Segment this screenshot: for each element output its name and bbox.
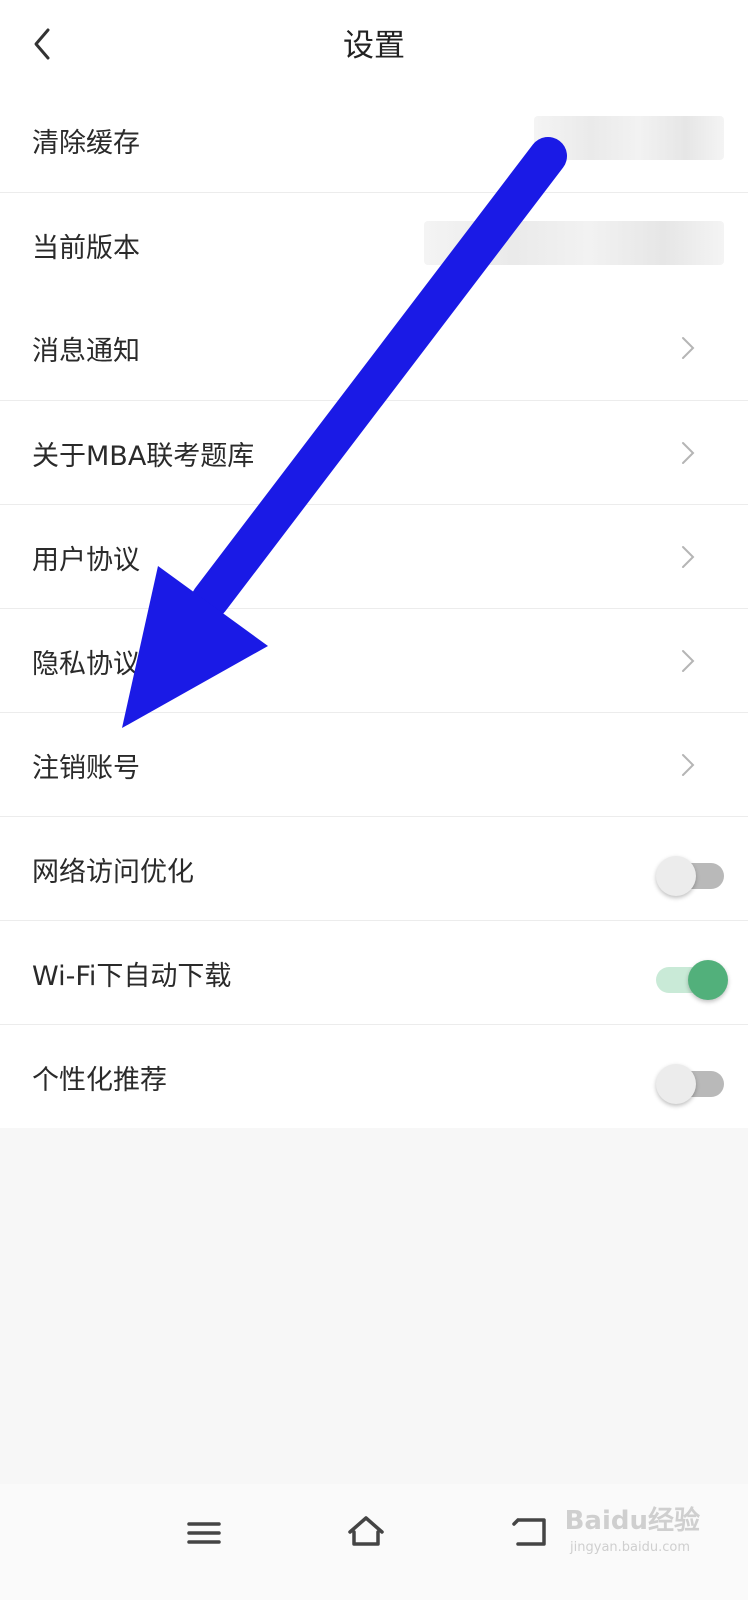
settings-row-personalized-recommendation: 个性化推荐	[0, 1024, 748, 1128]
wifi-auto-download-toggle[interactable]	[656, 955, 728, 1000]
toggle-knob	[656, 1064, 696, 1104]
settings-row-label: 注销账号	[32, 753, 140, 784]
toggle-knob	[656, 856, 696, 896]
chevron-right-icon	[682, 754, 695, 776]
settings-row-wifi-auto-download: Wi-Fi下自动下载	[0, 920, 748, 1024]
settings-row-about[interactable]: 关于MBA联考题库	[0, 400, 748, 504]
chevron-right-icon	[682, 337, 695, 359]
settings-row-user-agreement[interactable]: 用户协议	[0, 504, 748, 608]
settings-row-label: 个性化推荐	[32, 1065, 167, 1096]
cache-size-value-blurred	[534, 116, 724, 160]
settings-row-label: 当前版本	[32, 233, 140, 264]
version-value-blurred	[424, 221, 724, 265]
settings-row-privacy-agreement[interactable]: 隐私协议	[0, 608, 748, 712]
settings-row-clear-cache[interactable]: 清除缓存	[0, 88, 748, 192]
personalized-recommendation-toggle[interactable]	[656, 1059, 724, 1104]
settings-group-main: 消息通知 关于MBA联考题库 用户协议 隐私协议 注销账号 网络访问优化 Wi-…	[0, 296, 748, 1128]
back-nav-icon[interactable]	[500, 1502, 560, 1562]
settings-row-label: Wi-Fi下自动下载	[32, 961, 232, 992]
settings-row-label: 消息通知	[32, 336, 140, 367]
menu-icon[interactable]	[174, 1502, 234, 1562]
chevron-right-icon	[682, 546, 695, 568]
toggle-knob	[688, 960, 728, 1000]
settings-row-label: 网络访问优化	[32, 857, 194, 888]
baidu-jingyan-watermark: Baidu经验	[564, 1506, 700, 1536]
settings-row-network-optimization: 网络访问优化	[0, 816, 748, 920]
settings-row-label: 关于MBA联考题库	[32, 441, 255, 472]
settings-row-label: 用户协议	[32, 545, 140, 576]
page-title: 设置	[343, 28, 405, 64]
chevron-right-icon	[682, 442, 695, 464]
watermark-url: jingyan.baidu.com	[570, 1540, 690, 1555]
settings-row-notifications[interactable]: 消息通知	[0, 296, 748, 400]
settings-row-delete-account[interactable]: 注销账号	[0, 712, 748, 816]
settings-row-label: 隐私协议	[32, 649, 140, 680]
settings-row-label: 清除缓存	[32, 128, 140, 159]
top-bar: 设置	[0, 0, 748, 88]
chevron-right-icon	[682, 650, 695, 672]
settings-row-version: 当前版本	[0, 192, 748, 296]
home-icon[interactable]	[336, 1502, 396, 1562]
network-optimization-toggle[interactable]	[656, 851, 724, 896]
settings-group-info: 清除缓存 当前版本	[0, 88, 748, 296]
